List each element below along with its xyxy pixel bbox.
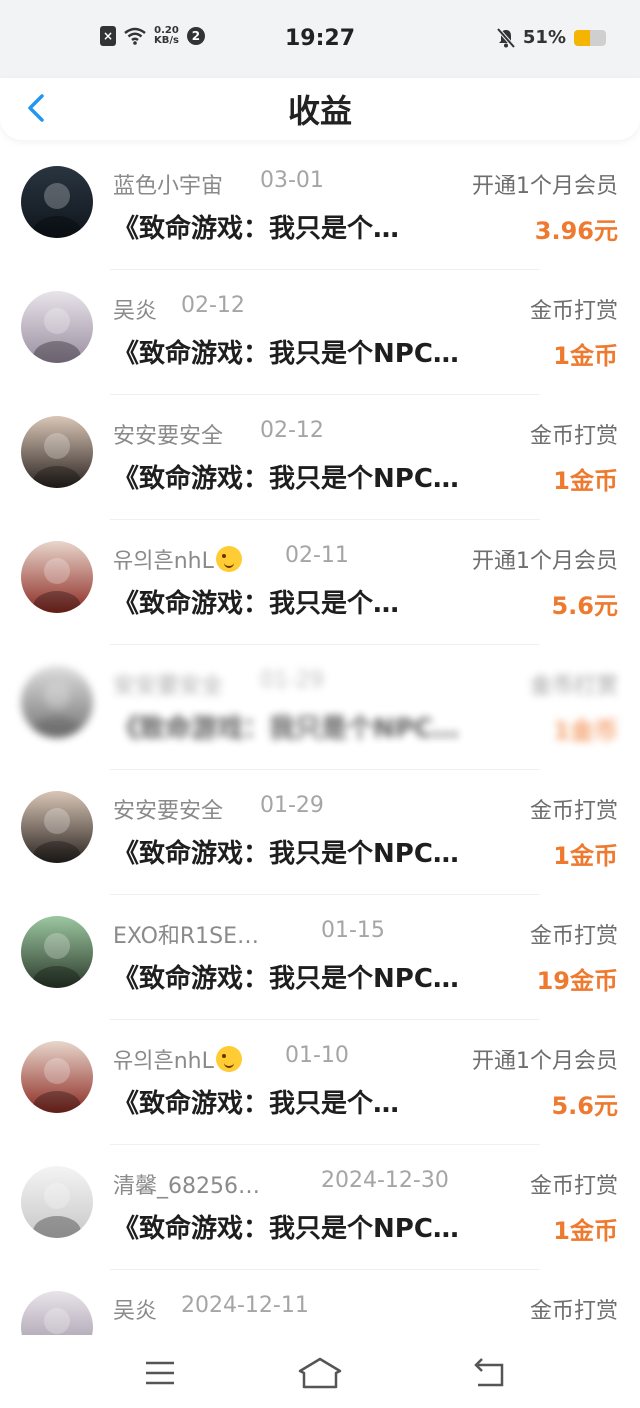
amount: 1金币: [553, 342, 618, 370]
list-item[interactable]: 清馨_68256… 2024-12-30 金币打赏《致命游戏：我只是个NPC… 1金币: [0, 1145, 640, 1270]
user-name: 유의흔nhL: [113, 1043, 242, 1075]
menu-icon[interactable]: [140, 1353, 180, 1393]
work-title: 《致命游戏：我只是个…: [113, 1089, 400, 1119]
list-item[interactable]: 安安要安全 02-12 金币打赏《致命游戏：我只是个NPC… 1金币: [0, 395, 640, 520]
avatar[interactable]: [21, 791, 93, 863]
list-item[interactable]: 吴炎 02-12 金币打赏《致命游戏：我只是个NPC… 1金币: [0, 270, 640, 395]
user-name: 清馨_68256…: [113, 1174, 260, 1199]
battery-percent: 51%: [522, 27, 566, 48]
work-title: 《致命游戏：我只是个NPC…: [113, 964, 459, 994]
work-title: 《致命游戏：我只是个NPC…: [113, 339, 459, 369]
date: 2024-12-11: [181, 1293, 309, 1318]
amount: 1金币: [553, 1217, 618, 1245]
user-name: EXO和R1SE…: [113, 924, 260, 949]
date: 02-11: [285, 543, 349, 568]
user-name: 安安要安全: [113, 799, 224, 824]
earning-type: 开通1个月会员: [472, 549, 618, 574]
user-name: 安安要安全: [113, 424, 224, 449]
amount: 1金币: [553, 717, 618, 745]
system-nav-bar: [0, 1335, 640, 1408]
list-item[interactable]: 安安要安全 01-29 金币打赏《致命游戏：我只是个NPC… 1金币: [0, 770, 640, 895]
earning-type: 金币打赏: [529, 674, 618, 699]
battery-icon: [574, 29, 606, 46]
earning-type: 金币打赏: [529, 424, 618, 449]
work-title: 《致命游戏：我只是个NPC…: [113, 464, 459, 494]
date: 03-01: [260, 168, 324, 193]
earning-type: 开通1个月会员: [472, 1049, 618, 1074]
amount: 19金币: [536, 967, 618, 995]
avatar[interactable]: [21, 1041, 93, 1113]
amount: 1金币: [553, 467, 618, 495]
work-title: 《致命游戏：我只是个…: [113, 589, 400, 619]
user-name: 吴炎: [113, 1299, 158, 1324]
earning-type: 金币打赏: [529, 299, 618, 324]
home-icon[interactable]: [296, 1353, 344, 1393]
wink-emoji-icon: [215, 546, 242, 572]
date: 01-29: [260, 793, 324, 818]
earning-type: 金币打赏: [529, 1174, 618, 1199]
date: 01-29: [260, 668, 324, 693]
date: 02-12: [181, 293, 245, 318]
earning-type: 金币打赏: [529, 1299, 618, 1324]
wink-emoji-icon: [215, 1046, 242, 1072]
work-title: 《致命游戏：我只是个NPC…: [113, 839, 459, 869]
avatar[interactable]: [21, 666, 93, 738]
amount: 3.96元: [534, 217, 618, 245]
avatar[interactable]: [21, 166, 93, 238]
list-item[interactable]: 蓝色小宇宙 03-01 开通1个月会员《致命游戏：我只是个… 3.96元: [0, 145, 640, 270]
avatar[interactable]: [21, 291, 93, 363]
amount: 1金币: [553, 842, 618, 870]
avatar[interactable]: [21, 916, 93, 988]
page-title: 收益: [287, 92, 352, 130]
list-item[interactable]: EXO和R1SE… 01-15 金币打赏《致命游戏：我只是个NPC… 19金币: [0, 895, 640, 1020]
user-name: 유의흔nhL: [113, 543, 242, 575]
avatar[interactable]: [21, 1166, 93, 1238]
date: 01-15: [321, 918, 385, 943]
date: 2024-12-30: [321, 1168, 449, 1193]
user-name: 安安要安全: [113, 674, 224, 699]
work-title: 《致命游戏：我只是个NPC…: [113, 714, 459, 744]
work-title: 《致命游戏：我只是个…: [113, 214, 400, 244]
work-title: 《致命游戏：我只是个NPC…: [113, 1214, 459, 1244]
status-bar: × 0.20 KB/s 2 19:27 51%: [0, 0, 640, 78]
user-name: 蓝色小宇宙: [113, 174, 224, 199]
date: 01-10: [285, 1043, 349, 1068]
avatar[interactable]: [21, 416, 93, 488]
status-right-icons: 51%: [496, 27, 606, 48]
amount: 5.6元: [551, 592, 618, 620]
list-item[interactable]: 安安要安全 01-29 金币打赏《致命游戏：我只是个NPC… 1金币: [0, 645, 640, 770]
avatar[interactable]: [21, 541, 93, 613]
header: 收益: [0, 78, 640, 140]
list-item[interactable]: 유의흔nhL 02-11 开通1个月会员《致命游戏：我只是个… 5.6元: [0, 520, 640, 645]
earning-type: 金币打赏: [529, 924, 618, 949]
earnings-list: 蓝色小宇宙 03-01 开通1个月会员 《致命游戏：我只是个… 3.96元 吴炎 02-12…: [0, 145, 640, 1395]
mute-bell-icon: [496, 27, 515, 48]
amount: 5.6元: [551, 1092, 618, 1120]
user-name: 吴炎: [113, 299, 158, 324]
date: 02-12: [260, 418, 324, 443]
list-item[interactable]: 유의흔nhL 01-10 开通1个月会员《致命游戏：我只是个… 5.6元: [0, 1020, 640, 1145]
back-nav-icon[interactable]: [470, 1353, 510, 1393]
earning-type: 金币打赏: [529, 799, 618, 824]
earning-type: 开通1个月会员: [472, 174, 618, 199]
